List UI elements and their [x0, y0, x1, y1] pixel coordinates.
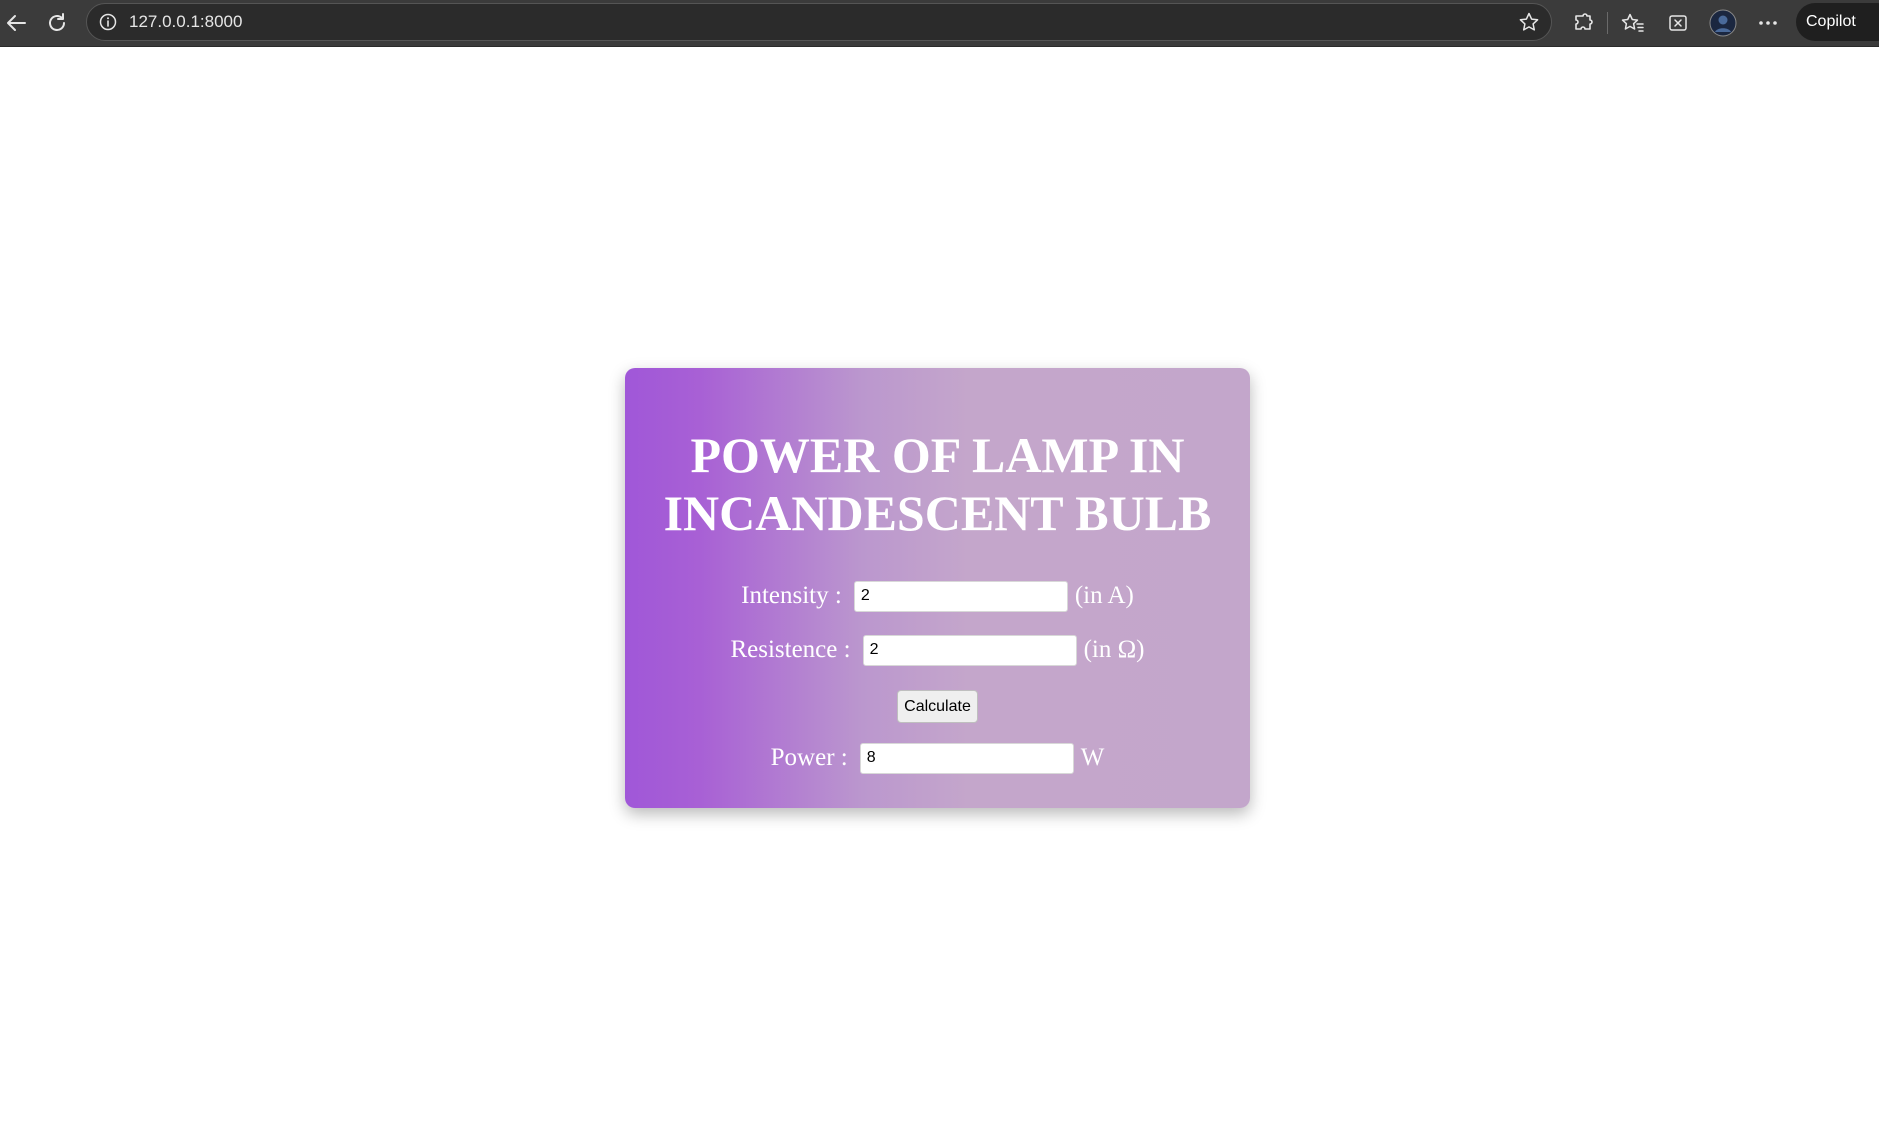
puzzle-icon[interactable]: [1567, 8, 1599, 38]
power-row: Power : W: [625, 742, 1250, 774]
url-text[interactable]: 127.0.0.1:8000: [129, 4, 242, 40]
address-bar[interactable]: 127.0.0.1:8000: [86, 3, 1552, 41]
browser-toolbar: 127.0.0.1:8000 Copilot: [0, 0, 1879, 47]
star-icon[interactable]: [1513, 7, 1545, 37]
resistance-input[interactable]: [862, 634, 1077, 666]
intensity-row: Intensity : (in A): [625, 580, 1250, 612]
power-label: Power :: [770, 744, 848, 771]
toolbar-divider: [1607, 12, 1608, 34]
screenshot-icon[interactable]: [1662, 8, 1694, 38]
favorites-icon[interactable]: [1617, 8, 1649, 38]
resistance-label: Resistence :: [730, 636, 851, 663]
resistance-unit: (in Ω): [1083, 636, 1145, 663]
avatar[interactable]: [1707, 8, 1739, 38]
info-icon[interactable]: [92, 7, 124, 37]
power-output[interactable]: [859, 742, 1074, 774]
intensity-label: Intensity :: [741, 582, 842, 609]
intensity-input[interactable]: [853, 580, 1068, 612]
power-unit: W: [1080, 744, 1105, 771]
more-icon[interactable]: [1752, 8, 1784, 38]
calculate-button[interactable]: Calculate: [897, 690, 978, 723]
calculator-card: POWER OF LAMP IN INCANDESCENT BULB Inten…: [625, 368, 1250, 808]
copilot-button[interactable]: Copilot: [1796, 3, 1879, 41]
resistance-row: Resistence : (in Ω): [625, 634, 1250, 666]
intensity-unit: (in A): [1074, 582, 1134, 609]
page-title: POWER OF LAMP IN INCANDESCENT BULB: [663, 427, 1212, 541]
reload-icon[interactable]: [41, 8, 73, 38]
back-arrow-icon[interactable]: [0, 8, 32, 38]
copilot-label: Copilot: [1806, 13, 1856, 30]
